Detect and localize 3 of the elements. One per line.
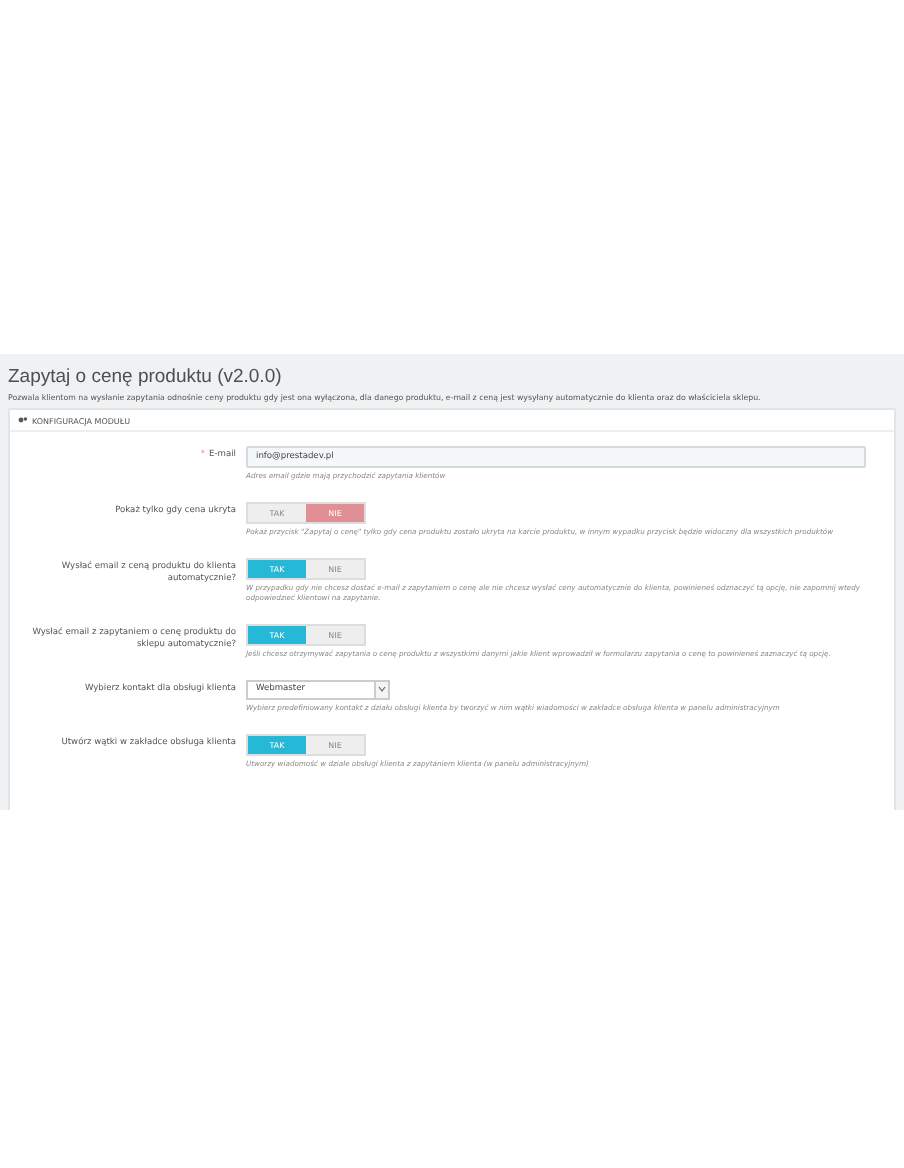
gears-icon xyxy=(18,416,28,424)
page-title: Zapytaj o cenę produktu (v2.0.0) xyxy=(8,364,284,388)
caret-icon xyxy=(378,686,386,693)
